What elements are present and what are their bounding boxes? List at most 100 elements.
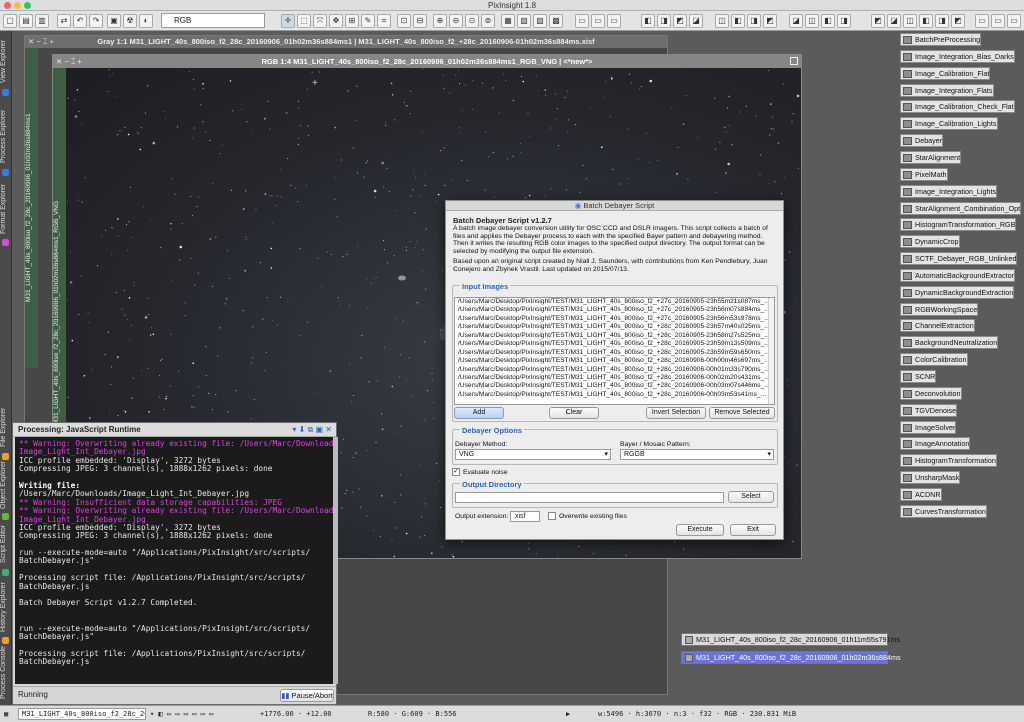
tab-format-explorer[interactable]: Format Explorer bbox=[0, 181, 12, 237]
overwrite-checkbox[interactable] bbox=[548, 512, 556, 520]
window-controls-icon[interactable]: ✕ − ⌶ + bbox=[28, 36, 54, 48]
pause-abort-button[interactable]: ▮▮ Pause/Abort bbox=[280, 689, 334, 702]
file-list-item[interactable]: /Users/Marc/Desktop/PixInsight/TEST/M31_… bbox=[455, 349, 774, 357]
dialog-title-bar[interactable]: ◉ Batch Debayer Script bbox=[446, 201, 783, 211]
file-list-item[interactable]: /Users/Marc/Desktop/PixInsight/TEST/M31_… bbox=[455, 340, 774, 348]
zoom-fit-icon[interactable]: ⊞ bbox=[345, 14, 359, 28]
process-8-icon[interactable]: ◩ bbox=[763, 14, 777, 28]
status-view-icons[interactable]: ▾ ◧ ▭ ▭ ▭ ▭ ▭ ▭ bbox=[150, 706, 213, 722]
process-12-icon[interactable]: ◨ bbox=[837, 14, 851, 28]
window-controls-icon[interactable]: ✕ − ⌶ + bbox=[56, 55, 82, 68]
process-icon[interactable]: PixelMath bbox=[900, 167, 948, 181]
process-11-icon[interactable]: ◧ bbox=[821, 14, 835, 28]
view-selector[interactable]: M31_LIGHT_40s_800iso_f2_28c_20160 bbox=[18, 708, 146, 720]
process-icon[interactable]: Deconvolution bbox=[900, 386, 962, 400]
process-icon[interactable]: ColorCalibration bbox=[900, 353, 968, 367]
file-list-item[interactable]: /Users/Marc/Desktop/PixInsight/TEST/M31_… bbox=[455, 391, 774, 399]
open-file-icon[interactable]: ▤ bbox=[19, 14, 33, 28]
add-button[interactable]: Add bbox=[454, 407, 504, 419]
file-list-item[interactable]: /Users/Marc/Desktop/PixInsight/TEST/M31_… bbox=[455, 306, 774, 314]
preview-mode-icon[interactable]: ⬚ bbox=[297, 14, 311, 28]
process-icon[interactable]: CurvesTransformation bbox=[900, 504, 987, 518]
tab-file-explorer[interactable]: File Explorer bbox=[0, 403, 12, 451]
process-icon[interactable]: ImageAnnotation bbox=[900, 437, 971, 451]
execute-button[interactable]: Execute bbox=[676, 524, 724, 536]
zoom-to-fit-icon[interactable]: ⊚ bbox=[481, 14, 495, 28]
clear-button[interactable]: Clear bbox=[549, 407, 599, 419]
tool-6-icon[interactable]: ◩ bbox=[951, 14, 965, 28]
process-icon[interactable]: DynamicBackgroundExtraction bbox=[900, 285, 1015, 299]
save-file-icon[interactable]: ▥ bbox=[35, 14, 49, 28]
tab-process-explorer[interactable]: Process Explorer bbox=[0, 105, 12, 167]
process-10-icon[interactable]: ◫ bbox=[805, 14, 819, 28]
output-extension-input[interactable]: .xisf bbox=[510, 511, 540, 522]
process-icon[interactable]: BatchPreProcessing bbox=[900, 33, 982, 46]
workspace-2-icon[interactable]: ▭ bbox=[591, 14, 605, 28]
process-icon[interactable]: Image_Calibration_Check_Flat bbox=[900, 100, 1015, 114]
workspace-1-icon[interactable]: ▭ bbox=[575, 14, 589, 28]
batch-debayer-dialog[interactable]: ◉ Batch Debayer Script Batch Debayer Scr… bbox=[445, 200, 784, 540]
maximize-icon[interactable] bbox=[790, 57, 798, 65]
file-list-item[interactable]: /Users/Marc/Desktop/PixInsight/TEST/M31_… bbox=[455, 332, 774, 340]
process-icon[interactable]: ACDNR bbox=[900, 487, 942, 501]
process-icon[interactable]: Image_Integration_Lights bbox=[900, 184, 998, 198]
layout-3-icon[interactable]: ▭ bbox=[1007, 14, 1021, 28]
zoom-window-icon[interactable] bbox=[24, 2, 31, 9]
process-icon[interactable]: SCTF_Debayer_RGB_Unlinked bbox=[900, 252, 1018, 266]
layout-1-icon[interactable]: ▭ bbox=[975, 14, 989, 28]
tab-script-editor[interactable]: Script Editor bbox=[0, 521, 12, 567]
zoom-1-1-icon[interactable]: ⊙ bbox=[465, 14, 479, 28]
edit-preview-icon[interactable]: ✎ bbox=[361, 14, 375, 28]
tool-5-icon[interactable]: ◨ bbox=[935, 14, 949, 28]
screen-transfer-icon[interactable]: ▣ bbox=[107, 14, 121, 28]
process-icon[interactable]: AutomaticBackgroundExtractor bbox=[900, 268, 1016, 282]
process-icon[interactable]: RGBWorkingSpace bbox=[900, 302, 979, 316]
exit-button[interactable]: Exit bbox=[730, 524, 776, 536]
file-list-item[interactable]: /Users/Marc/Desktop/PixInsight/TEST/M31_… bbox=[455, 315, 774, 323]
file-list-scrollbar[interactable] bbox=[768, 298, 774, 404]
process-icon[interactable]: UnsharpMask bbox=[900, 471, 961, 485]
file-list-item[interactable]: /Users/Marc/Desktop/PixInsight/TEST/M31_… bbox=[455, 298, 774, 306]
process-icon[interactable]: HistogramTransformation bbox=[900, 454, 997, 468]
file-list-item[interactable]: /Users/Marc/Desktop/PixInsight/TEST/M31_… bbox=[455, 323, 774, 331]
fit-view-icon[interactable]: ⤧ bbox=[313, 14, 327, 28]
tool-2-icon[interactable]: ◪ bbox=[887, 14, 901, 28]
file-list-item[interactable]: /Users/Marc/Desktop/PixInsight/TEST/M31_… bbox=[455, 382, 774, 390]
bayer-pattern-select[interactable]: RGGB bbox=[620, 449, 774, 460]
process-console[interactable]: Processing: JavaScript Runtime ▾ ⬇ ⧉ ▣ ✕… bbox=[12, 422, 338, 705]
process-9-icon[interactable]: ◪ bbox=[789, 14, 803, 28]
tool-3-icon[interactable]: ◫ bbox=[903, 14, 917, 28]
zoom-in-icon[interactable]: ⊕ bbox=[433, 14, 447, 28]
readout-mode-icon[interactable]: ✛ bbox=[281, 14, 295, 28]
process-icon[interactable]: Image_Calibration_Flat bbox=[900, 66, 991, 80]
color-channel-select[interactable]: RGB bbox=[161, 13, 265, 28]
process-icon[interactable]: HistogramTransformation_RGB bbox=[900, 218, 1017, 232]
rgb-window-title[interactable]: ✕ − ⌶ + RGB 1:4 M31_LIGHT_40s_800iso_f2_… bbox=[53, 55, 801, 68]
image-icon[interactable]: M31_LIGHT_40s_800iso_f2_28c_20160906_01h… bbox=[681, 633, 900, 646]
tab-view-explorer[interactable]: View Explorer bbox=[0, 35, 12, 87]
stf-auto-icon[interactable]: ☢ bbox=[123, 14, 137, 28]
file-list-item[interactable]: /Users/Marc/Desktop/PixInsight/TEST/M31_… bbox=[455, 357, 774, 365]
zoom-out-icon[interactable]: ⊖ bbox=[449, 14, 463, 28]
transform-icon[interactable]: ⇄ bbox=[57, 14, 71, 28]
geometry-icon[interactable]: ⌗ bbox=[377, 14, 391, 28]
gray-window-title[interactable]: ✕ − ⌶ + Gray 1:1 M31_LIGHT_40s_800iso_f2… bbox=[25, 36, 667, 48]
select-directory-button[interactable]: Select bbox=[728, 491, 774, 503]
dynamic-panel-icon[interactable]: ⊡ bbox=[397, 14, 411, 28]
layout-2-icon[interactable]: ▭ bbox=[991, 14, 1005, 28]
view-mode-icon[interactable]: ▦ bbox=[501, 14, 515, 28]
process-2-icon[interactable]: ◨ bbox=[657, 14, 671, 28]
process-4-icon[interactable]: ◪ bbox=[689, 14, 703, 28]
process-icon[interactable]: ImageSolver bbox=[900, 420, 957, 434]
workspace-3-icon[interactable]: ▭ bbox=[607, 14, 621, 28]
process-1-icon[interactable]: ◧ bbox=[641, 14, 655, 28]
output-directory-input[interactable] bbox=[455, 492, 724, 503]
new-file-icon[interactable]: ▢ bbox=[3, 14, 17, 28]
process-icon[interactable]: StarAlignment_Combination_Opt bbox=[900, 201, 1022, 215]
process-icon[interactable]: SCNR bbox=[900, 370, 937, 383]
tool-4-icon[interactable]: ◧ bbox=[919, 14, 933, 28]
tab-process-console[interactable]: Process Console bbox=[0, 645, 12, 701]
redo-icon[interactable]: ↷ bbox=[89, 14, 103, 28]
remove-selected-button[interactable]: Remove Selected bbox=[709, 407, 775, 419]
process-6-icon[interactable]: ◧ bbox=[731, 14, 745, 28]
